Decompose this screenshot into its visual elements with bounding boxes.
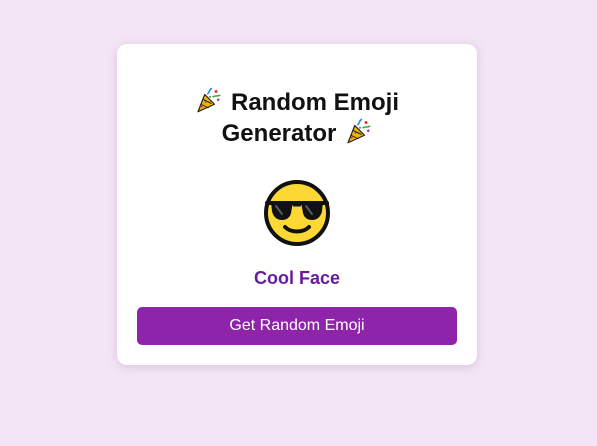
page-title: Random Emoji Generator [117, 87, 477, 149]
emoji-display [262, 178, 332, 248]
get-random-emoji-button[interactable]: Get Random Emoji [137, 307, 457, 345]
emoji-generator-card: Random Emoji Generator Cool Face Get Ran… [117, 44, 477, 365]
party-popper-icon [347, 118, 371, 144]
title-line-2: Generator [117, 118, 477, 149]
title-line-1: Random Emoji [117, 87, 477, 118]
title-text-line-1: Random Emoji [230, 89, 399, 116]
emoji-name-label: Cool Face [253, 268, 341, 288]
party-popper-icon [197, 87, 221, 113]
smiling-face-with-sunglasses-icon [264, 180, 330, 246]
title-text-line-2: Generator [221, 120, 337, 147]
